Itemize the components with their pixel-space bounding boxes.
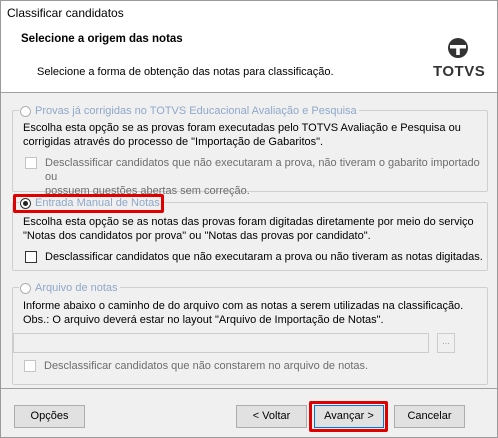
back-button[interactable]: < Voltar — [236, 405, 307, 428]
title-bar: Classificar candidatos — [1, 1, 497, 25]
description-line: "Notas dos candidatos por prova" ou "Not… — [23, 230, 371, 242]
totvs-logo: TOTVS — [433, 37, 486, 85]
file-path-input[interactable] — [13, 333, 429, 353]
checkbox[interactable] — [24, 360, 36, 372]
window-title: Classificar candidatos — [7, 6, 124, 20]
footer-divider — [1, 388, 497, 389]
radio-label: Provas já corrigidas no TOTVS Educaciona… — [35, 105, 357, 117]
radio-button[interactable] — [20, 105, 31, 117]
description-line: Escolha esta opção se as notas das prova… — [23, 216, 474, 228]
checkbox-label-line: Desclassificar candidatos que não consta… — [44, 360, 369, 372]
checkbox-label: Desclassificar candidatos que não execut… — [45, 250, 483, 264]
checkbox-disqualify-no-answer-sheet[interactable]: Desclassificar candidatos que não execut… — [25, 156, 487, 198]
header-subtitle: Selecione a forma de obtenção das notas … — [37, 66, 334, 78]
wizard-window: Classificar candidatos Selecione a orige… — [0, 0, 498, 438]
totvs-logo-icon — [448, 38, 468, 58]
checkbox-label: Desclassificar candidatos que não execut… — [45, 156, 487, 198]
checkbox-label: Desclassificar candidatos que não consta… — [44, 359, 368, 373]
description-line: corrigidas através do processo de "Impor… — [23, 136, 324, 148]
radio-corrected-tests[interactable]: Provas já corrigidas no TOTVS Educaciona… — [19, 104, 359, 118]
highlight-manual-entry — [13, 194, 164, 213]
radio-button[interactable] — [20, 282, 31, 294]
option-description: Escolha esta opção se as notas das prova… — [23, 215, 474, 243]
option-description: Escolha esta opção se as provas foram ex… — [23, 121, 461, 149]
description-line: Obs.: O arquivo deverá estar no layout "… — [23, 314, 384, 326]
wizard-header: Selecione a origem das notas Selecione a… — [1, 25, 497, 93]
option-group-corrected-tests: Provas já corrigidas no TOTVS Educaciona… — [12, 104, 488, 197]
checkbox-label-line: Desclassificar candidatos que não execut… — [45, 251, 483, 263]
description-line: Informe abaixo o caminho de do arquivo c… — [23, 300, 464, 312]
browse-file-button[interactable]: ... — [437, 333, 455, 353]
checkbox-label-line: Desclassificar candidatos que não execut… — [45, 157, 480, 183]
checkbox[interactable] — [25, 157, 37, 169]
radio-grades-file[interactable]: Arquivo de notas — [19, 281, 120, 295]
cancel-button[interactable]: Cancelar — [394, 405, 465, 428]
radio-label: Arquivo de notas — [35, 282, 118, 294]
option-description: Informe abaixo o caminho de do arquivo c… — [23, 299, 463, 327]
options-button[interactable]: Opções — [14, 405, 85, 428]
description-line: Escolha esta opção se as provas foram ex… — [23, 122, 461, 134]
checkbox-disqualify-not-in-file[interactable]: Desclassificar candidatos que não consta… — [24, 359, 368, 373]
checkbox-disqualify-no-grades[interactable]: Desclassificar candidatos que não execut… — [25, 250, 483, 264]
highlight-next-button — [309, 401, 388, 432]
header-title: Selecione a origem das notas — [21, 33, 183, 45]
checkbox[interactable] — [25, 251, 37, 263]
logo-text: TOTVS — [433, 63, 486, 80]
